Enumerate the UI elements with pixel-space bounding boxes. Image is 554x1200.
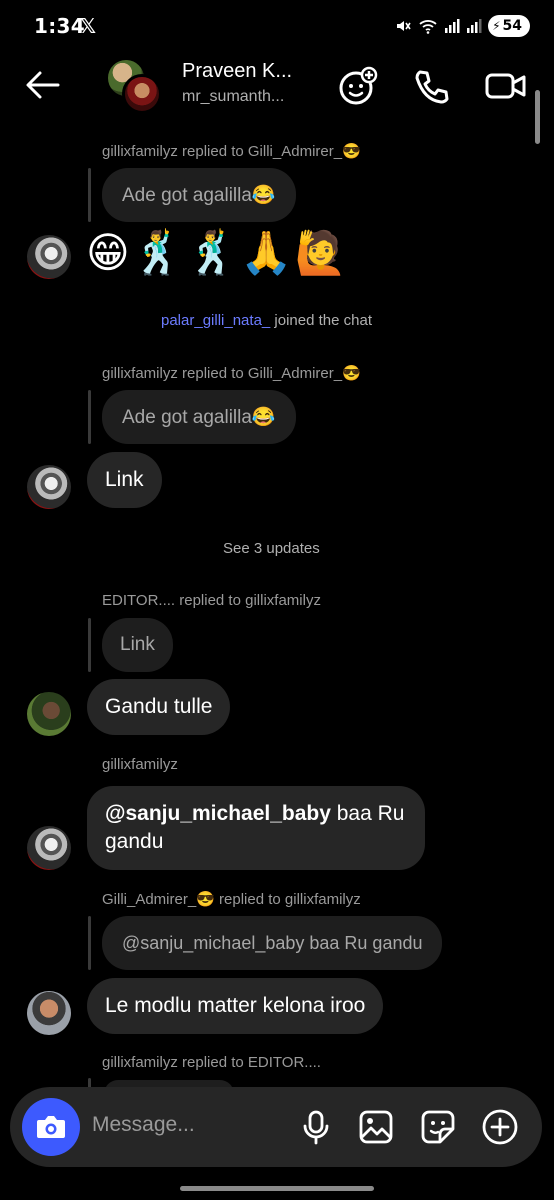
- avatar: [122, 74, 162, 114]
- message-bubble[interactable]: Link: [87, 452, 162, 508]
- group-avatar[interactable]: [106, 58, 162, 114]
- camera-icon: [37, 1116, 65, 1138]
- chat-header: Praveen K... mr_sumanth...: [0, 54, 554, 120]
- avatar[interactable]: [27, 991, 71, 1035]
- replied-message[interactable]: Link: [102, 618, 173, 672]
- reply-line: [88, 390, 91, 444]
- avatar[interactable]: [27, 826, 71, 870]
- signal-icon: [445, 19, 460, 33]
- message-bubble[interactable]: @sanju_michael_baby baa Ru gandu: [87, 786, 425, 870]
- system-message: palar_gilli_nata_ joined the chat: [161, 312, 372, 329]
- message-composer: [10, 1087, 542, 1167]
- status-icons: ⚡ 54: [394, 15, 530, 37]
- reply-line: [88, 168, 91, 222]
- system-text: joined the chat: [270, 312, 372, 329]
- phone-icon[interactable]: [410, 64, 454, 108]
- plus-icon[interactable]: [480, 1107, 520, 1147]
- avatar[interactable]: [27, 465, 71, 509]
- back-arrow-icon[interactable]: [24, 66, 62, 104]
- reply-meta: Gilli_Admirer_😎 replied to gillixfamilyz: [102, 891, 361, 908]
- message-input[interactable]: [92, 1113, 282, 1137]
- see-updates-link[interactable]: See 3 updates: [223, 540, 320, 557]
- status-bar: 1:34 𝕏 ⚡ 54: [0, 0, 554, 54]
- reply-meta: gillixfamilyz replied to EDITOR....: [102, 1054, 321, 1071]
- message-bubble[interactable]: Gandu tulle: [87, 679, 231, 735]
- status-time: 1:34: [34, 14, 85, 38]
- system-user-link[interactable]: palar_gilli_nata_: [161, 312, 270, 329]
- message-bubble[interactable]: Le modlu matter kelona iroo: [87, 978, 384, 1034]
- signal-icon: [467, 19, 482, 33]
- sticker-icon[interactable]: [418, 1107, 458, 1147]
- replied-message[interactable]: Ade got agalilla😂: [102, 168, 296, 222]
- camera-button[interactable]: [22, 1098, 80, 1156]
- reply-meta: gillixfamilyz replied to Gilli_Admirer_😎: [102, 143, 361, 160]
- wifi-icon: [419, 20, 437, 34]
- add-game-icon[interactable]: [336, 64, 380, 108]
- video-icon[interactable]: [484, 64, 528, 108]
- message-text: gandu: [105, 830, 164, 853]
- home-indicator[interactable]: [180, 1186, 374, 1191]
- x-logo-icon: 𝕏: [80, 14, 97, 38]
- replied-message[interactable]: Ade got agalilla😂: [102, 390, 296, 444]
- mute-icon: [397, 21, 411, 31]
- sender-name: gillixfamilyz: [102, 756, 178, 773]
- reply-line: [88, 916, 91, 970]
- scrollbar[interactable]: [535, 90, 540, 144]
- avatar[interactable]: [27, 235, 71, 279]
- chat-subtitle[interactable]: mr_sumanth...: [182, 88, 284, 106]
- chat-title[interactable]: Praveen K...: [182, 60, 292, 83]
- emoji-message[interactable]: 😁🕺🕺🙏🙋: [86, 228, 349, 278]
- battery-icon: ⚡ 54: [488, 15, 530, 37]
- replied-message[interactable]: @sanju_michael_baby baa Ru gandu: [102, 916, 443, 970]
- avatar[interactable]: [27, 692, 71, 736]
- reply-meta: EDITOR.... replied to gillixfamilyz: [102, 592, 321, 609]
- battery-level: 54: [502, 18, 522, 34]
- microphone-icon[interactable]: [296, 1107, 336, 1147]
- message-text: baa Ru: [330, 802, 405, 825]
- reply-meta: gillixfamilyz replied to Gilli_Admirer_😎: [102, 365, 361, 382]
- gallery-icon[interactable]: [356, 1107, 396, 1147]
- reply-line: [88, 618, 91, 672]
- mention-link[interactable]: @sanju_michael_baby: [105, 802, 331, 825]
